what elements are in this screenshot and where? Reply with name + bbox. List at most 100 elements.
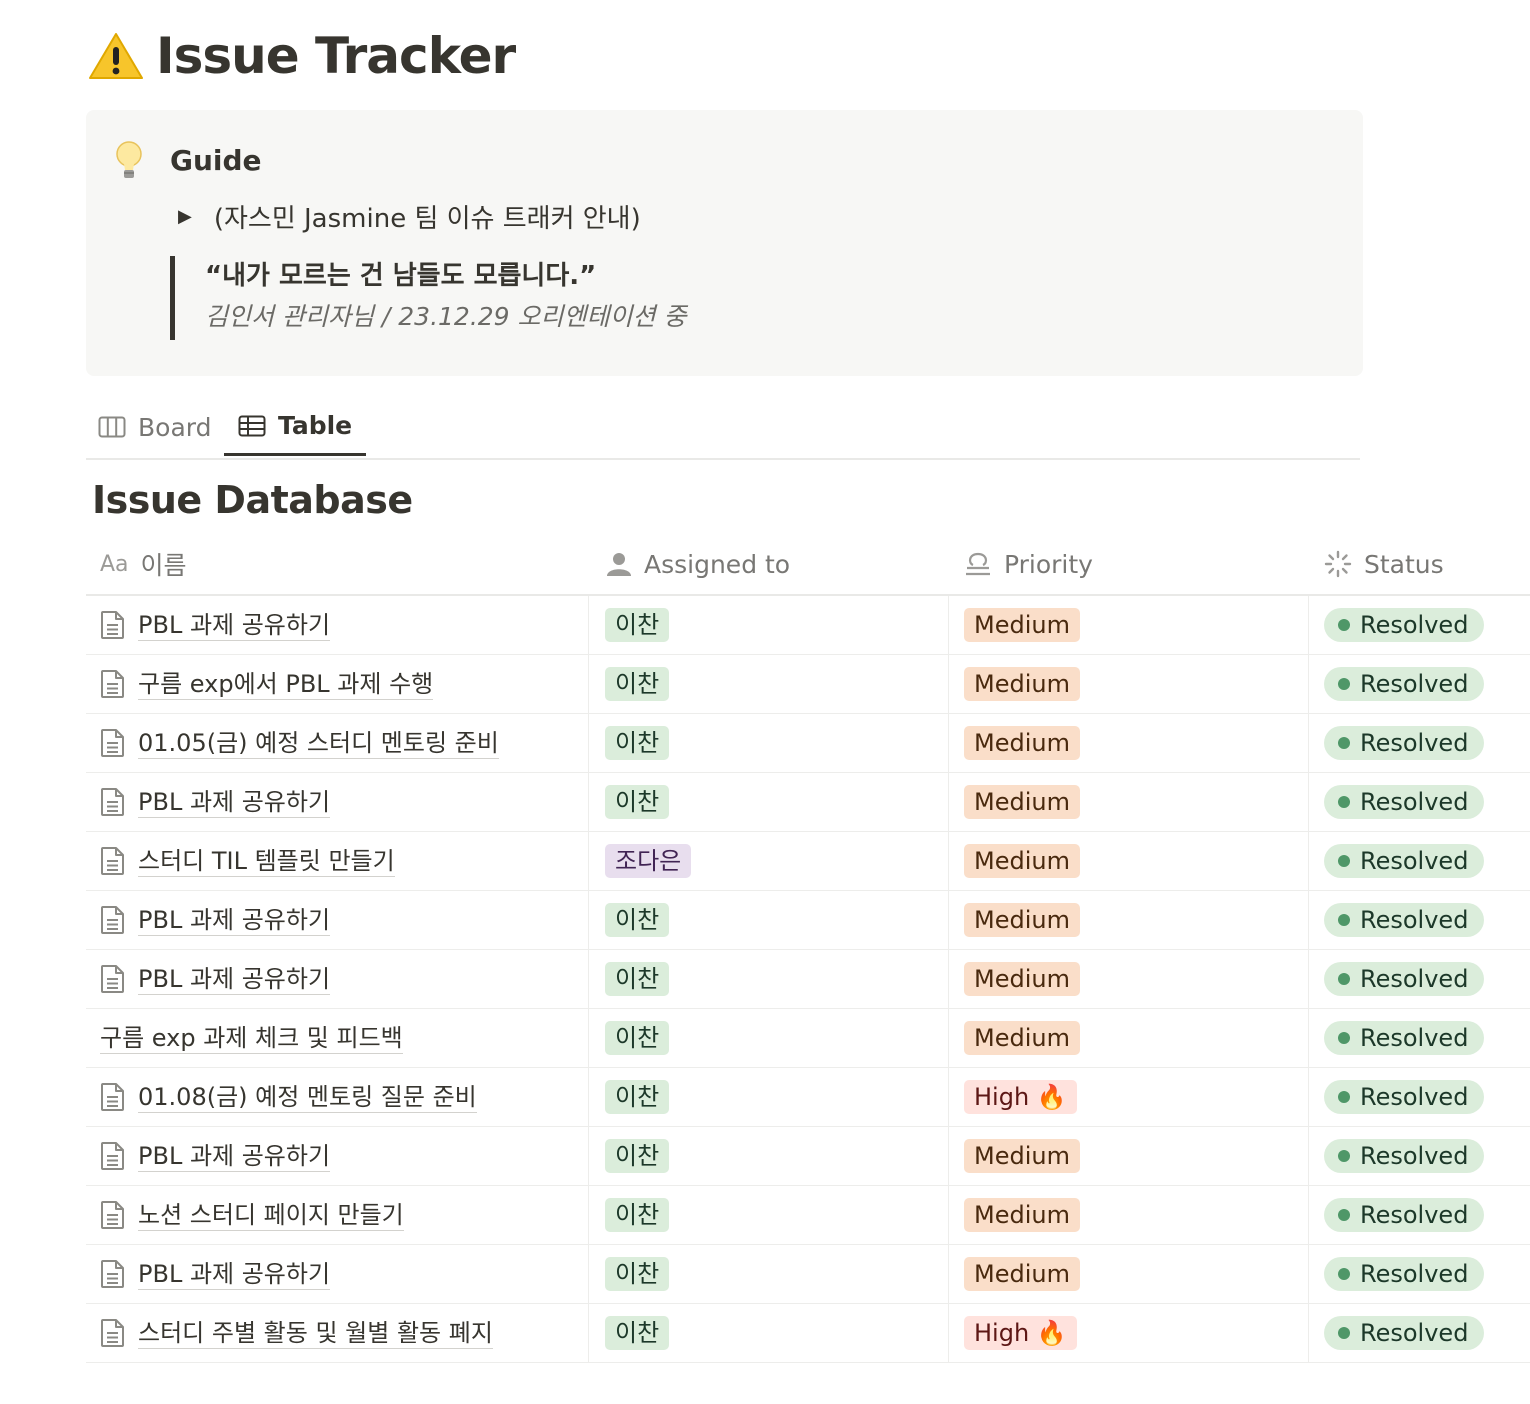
column-header-name[interactable]: Aa 이름 <box>100 534 187 594</box>
status-cell[interactable]: Resolved <box>1308 1068 1530 1126</box>
column-header-status[interactable]: Status <box>1324 534 1444 594</box>
assigned-cell[interactable]: 이찬 <box>588 655 947 713</box>
page-icon <box>101 965 124 993</box>
assigned-cell[interactable]: 이찬 <box>588 1245 947 1303</box>
priority-tag: High 🔥 <box>964 1080 1077 1114</box>
column-header-priority[interactable]: Priority <box>964 534 1093 594</box>
name-cell[interactable]: 01.08(금) 예정 멘토링 질문 준비 <box>100 1068 586 1126</box>
name-cell[interactable]: 노션 스터디 페이지 만들기 <box>100 1186 586 1244</box>
name-cell[interactable]: PBL 과제 공유하기 <box>100 1127 586 1185</box>
name-cell[interactable]: PBL 과제 공유하기 <box>100 773 586 831</box>
database-title[interactable]: Issue Database <box>92 478 413 522</box>
status-cell[interactable]: Resolved <box>1308 596 1530 654</box>
issue-title-link[interactable]: 구름 exp에서 PBL 과제 수행 <box>138 669 434 700</box>
status-cell[interactable]: Resolved <box>1308 1186 1530 1244</box>
assigned-cell[interactable]: 이찬 <box>588 773 947 831</box>
priority-cell[interactable]: High 🔥 <box>948 1068 1307 1126</box>
issue-title-link[interactable]: PBL 과제 공유하기 <box>138 964 331 995</box>
name-cell[interactable]: PBL 과제 공유하기 <box>100 596 586 654</box>
table-row[interactable]: PBL 과제 공유하기 이찬 Medium Resolved <box>86 596 1530 655</box>
table-row[interactable]: PBL 과제 공유하기 이찬 Medium Resolved <box>86 1245 1530 1304</box>
assigned-cell[interactable]: 이찬 <box>588 950 947 1008</box>
issue-title-link[interactable]: 01.08(금) 예정 멘토링 질문 준비 <box>138 1082 477 1113</box>
issue-title-link[interactable]: 구름 exp 과제 체크 및 피드백 <box>100 1023 403 1054</box>
issue-title-link[interactable]: PBL 과제 공유하기 <box>138 787 331 818</box>
status-pill: Resolved <box>1324 1316 1485 1350</box>
priority-tag: Medium <box>964 903 1080 937</box>
status-dot-icon <box>1338 1150 1350 1162</box>
table-row[interactable]: 구름 exp에서 PBL 과제 수행 이찬 Medium Resolved <box>86 655 1530 714</box>
name-cell[interactable]: 스터디 TIL 템플릿 만들기 <box>100 832 586 890</box>
assigned-cell[interactable]: 조다은 <box>588 832 947 890</box>
assigned-cell[interactable]: 이찬 <box>588 1068 947 1126</box>
toggle-label[interactable]: (자스민 Jasmine 팀 이슈 트래커 안내) <box>214 198 641 235</box>
assigned-cell[interactable]: 이찬 <box>588 1186 947 1244</box>
issue-title-link[interactable]: PBL 과제 공유하기 <box>138 1259 331 1290</box>
table-row[interactable]: PBL 과제 공유하기 이찬 Medium Resolved <box>86 1127 1530 1186</box>
status-cell[interactable]: Resolved <box>1308 1009 1530 1067</box>
table-row[interactable]: 01.05(금) 예정 스터디 멘토링 준비 이찬 Medium Resolved <box>86 714 1530 773</box>
tab-table[interactable]: Table <box>224 398 367 456</box>
priority-cell[interactable]: Medium <box>948 832 1307 890</box>
assigned-cell[interactable]: 이찬 <box>588 1127 947 1185</box>
status-cell[interactable]: Resolved <box>1308 950 1530 1008</box>
issue-title-link[interactable]: 스터디 주별 활동 및 월별 활동 폐지 <box>138 1318 493 1349</box>
status-cell[interactable]: Resolved <box>1308 1245 1530 1303</box>
guide-toggle[interactable]: ▶ (자스민 Jasmine 팀 이슈 트래커 안내) <box>178 198 641 235</box>
tab-board[interactable]: Board <box>98 398 211 456</box>
priority-cell[interactable]: Medium <box>948 1009 1307 1067</box>
status-cell[interactable]: Resolved <box>1308 1127 1530 1185</box>
text-property-icon: Aa <box>100 551 129 577</box>
table-row[interactable]: PBL 과제 공유하기 이찬 Medium Resolved <box>86 950 1530 1009</box>
status-label: Resolved <box>1360 1142 1469 1170</box>
status-cell[interactable]: Resolved <box>1308 1304 1530 1362</box>
column-header-assigned[interactable]: Assigned to <box>606 534 790 594</box>
table-row[interactable]: 구름 exp 과제 체크 및 피드백 이찬 Medium Resolved <box>86 1009 1530 1068</box>
issue-title-link[interactable]: PBL 과제 공유하기 <box>138 905 331 936</box>
priority-cell[interactable]: Medium <box>948 773 1307 831</box>
name-cell[interactable]: PBL 과제 공유하기 <box>100 1245 586 1303</box>
name-cell[interactable]: 구름 exp 과제 체크 및 피드백 <box>100 1009 586 1067</box>
assigned-cell[interactable]: 이찬 <box>588 891 947 949</box>
priority-cell[interactable]: Medium <box>948 655 1307 713</box>
name-cell[interactable]: PBL 과제 공유하기 <box>100 950 586 1008</box>
name-cell[interactable]: 01.05(금) 예정 스터디 멘토링 준비 <box>100 714 586 772</box>
table-row[interactable]: PBL 과제 공유하기 이찬 Medium Resolved <box>86 773 1530 832</box>
priority-cell[interactable]: Medium <box>948 714 1307 772</box>
priority-cell[interactable]: Medium <box>948 1245 1307 1303</box>
status-cell[interactable]: Resolved <box>1308 832 1530 890</box>
status-cell[interactable]: Resolved <box>1308 655 1530 713</box>
assigned-cell[interactable]: 이찬 <box>588 1304 947 1362</box>
table-row[interactable]: 노션 스터디 페이지 만들기 이찬 Medium Resolved <box>86 1186 1530 1245</box>
priority-cell[interactable]: Medium <box>948 596 1307 654</box>
page-title[interactable]: Issue Tracker <box>156 27 516 85</box>
issue-title-link[interactable]: 스터디 TIL 템플릿 만들기 <box>138 846 395 877</box>
issue-title-link[interactable]: 노션 스터디 페이지 만들기 <box>138 1200 404 1231</box>
status-pill: Resolved <box>1324 1080 1485 1114</box>
assigned-cell[interactable]: 이찬 <box>588 596 947 654</box>
issue-title-link[interactable]: 01.05(금) 예정 스터디 멘토링 준비 <box>138 728 499 759</box>
status-cell[interactable]: Resolved <box>1308 891 1530 949</box>
assigned-cell[interactable]: 이찬 <box>588 1009 947 1067</box>
priority-cell[interactable]: High 🔥 <box>948 1304 1307 1362</box>
table-row[interactable]: 스터디 TIL 템플릿 만들기 조다은 Medium Resolved <box>86 832 1530 891</box>
quote-block: “내가 모르는 건 남들도 모릅니다.” 김인서 관리자님 / 23.12.29… <box>170 256 687 340</box>
issue-title-link[interactable]: PBL 과제 공유하기 <box>138 610 331 641</box>
name-cell[interactable]: 스터디 주별 활동 및 월별 활동 폐지 <box>100 1304 586 1362</box>
status-pill: Resolved <box>1324 726 1485 760</box>
priority-cell[interactable]: Medium <box>948 891 1307 949</box>
priority-cell[interactable]: Medium <box>948 1127 1307 1185</box>
priority-cell[interactable]: Medium <box>948 1186 1307 1244</box>
status-cell[interactable]: Resolved <box>1308 773 1530 831</box>
status-label: Resolved <box>1360 729 1469 757</box>
name-cell[interactable]: PBL 과제 공유하기 <box>100 891 586 949</box>
priority-cell[interactable]: Medium <box>948 950 1307 1008</box>
name-cell[interactable]: 구름 exp에서 PBL 과제 수행 <box>100 655 586 713</box>
toggle-arrow-icon[interactable]: ▶ <box>178 206 192 227</box>
table-row[interactable]: PBL 과제 공유하기 이찬 Medium Resolved <box>86 891 1530 950</box>
table-row[interactable]: 01.08(금) 예정 멘토링 질문 준비 이찬 High 🔥 Resolved <box>86 1068 1530 1127</box>
issue-title-link[interactable]: PBL 과제 공유하기 <box>138 1141 331 1172</box>
table-row[interactable]: 스터디 주별 활동 및 월별 활동 폐지 이찬 High 🔥 Resolved <box>86 1304 1530 1363</box>
status-cell[interactable]: Resolved <box>1308 714 1530 772</box>
assigned-cell[interactable]: 이찬 <box>588 714 947 772</box>
